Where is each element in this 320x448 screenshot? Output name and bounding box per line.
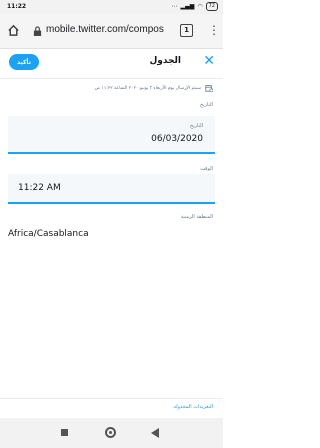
date-field[interactable]: التاريخ 06/03/2020 bbox=[8, 116, 215, 154]
more-menu-icon[interactable]: ⋮ bbox=[208, 23, 220, 37]
time-field[interactable]: 11:22 AM bbox=[8, 174, 215, 204]
date-section-label: التاريخ bbox=[200, 102, 213, 108]
date-value: 06/03/2020 bbox=[151, 134, 203, 144]
navigation-bar bbox=[0, 418, 223, 448]
signal-icon: ▂▄▆ bbox=[180, 3, 195, 10]
schedule-note-text: سيتم الإرسال يوم الأربعاء ٣ يونيو ٢٠٢٠ ا… bbox=[94, 85, 201, 91]
schedule-note: سيتم الإرسال يوم الأربعاء ٣ يونيو ٢٠٢٠ ا… bbox=[95, 84, 213, 92]
status-icons: ⋯ ▂▄▆ ◠ 72 bbox=[172, 2, 218, 11]
status-bar: 11:22 ⋯ ▂▄▆ ◠ 72 bbox=[0, 0, 223, 14]
timezone-section-label: المنطقة الزمنية bbox=[180, 214, 213, 220]
home-icon[interactable] bbox=[7, 24, 20, 37]
time-value: 11:22 AM bbox=[18, 183, 61, 193]
schedule-header: تأكيد الجدول ✕ bbox=[0, 48, 223, 79]
page-title: الجدول bbox=[149, 56, 181, 66]
time-section-label: الوقت bbox=[200, 166, 213, 172]
recents-icon[interactable] bbox=[61, 429, 68, 436]
timezone-value[interactable]: Africa/Casablanca bbox=[8, 229, 89, 239]
url-field[interactable]: mobile.twitter.com/compos bbox=[46, 24, 168, 35]
status-time: 11:22 bbox=[7, 3, 27, 10]
tab-switcher-button[interactable]: 1 bbox=[180, 24, 193, 37]
date-field-label: التاريخ bbox=[190, 123, 203, 129]
browser-toolbar: mobile.twitter.com/compos 1 ⋮ bbox=[0, 14, 223, 49]
wifi-icon: ◠ bbox=[197, 3, 203, 10]
home-button-icon[interactable] bbox=[105, 427, 116, 438]
dots-icon: ⋯ bbox=[171, 3, 178, 10]
back-icon[interactable] bbox=[151, 428, 159, 438]
confirm-button[interactable]: تأكيد bbox=[9, 54, 39, 70]
calendar-clock-icon bbox=[205, 85, 213, 92]
scheduled-tweets-link[interactable]: التغريدات المجدولة bbox=[173, 404, 213, 410]
lock-icon bbox=[33, 26, 42, 36]
footer-divider bbox=[0, 398, 223, 399]
close-icon[interactable]: ✕ bbox=[203, 53, 215, 69]
battery-icon: 72 bbox=[205, 2, 218, 11]
